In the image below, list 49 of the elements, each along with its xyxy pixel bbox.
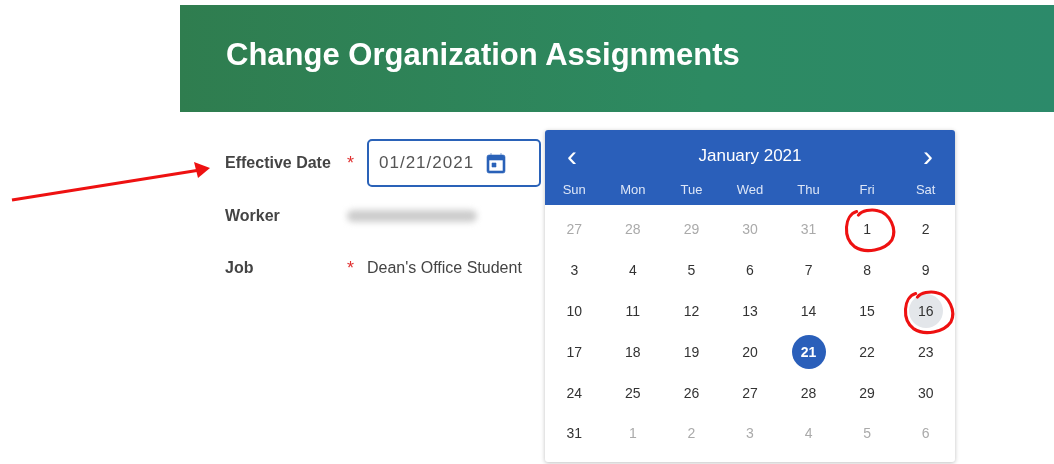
calendar-day[interactable]: 5 bbox=[674, 253, 709, 288]
required-mark: * bbox=[347, 152, 355, 174]
required-mark: * bbox=[347, 257, 355, 279]
calendar-day[interactable]: 13 bbox=[733, 294, 767, 328]
calendar-day[interactable]: 31 bbox=[557, 416, 592, 451]
calendar-day[interactable]: 14 bbox=[791, 294, 826, 328]
weekday-label: Wed bbox=[735, 182, 765, 197]
calendar-day[interactable]: 17 bbox=[557, 334, 592, 369]
calendar-day[interactable]: 26 bbox=[674, 375, 709, 410]
weekday-label: Tue bbox=[679, 182, 704, 197]
date-field[interactable]: 01/21/2021 bbox=[367, 139, 541, 187]
field-label: Worker bbox=[225, 207, 281, 225]
calendar-day[interactable]: 9 bbox=[908, 253, 943, 288]
calendar-day[interactable]: 29 bbox=[850, 375, 885, 410]
calendar-day[interactable]: 30 bbox=[908, 375, 943, 410]
calendar-day[interactable]: 24 bbox=[557, 375, 592, 410]
weekday-label: Mon bbox=[619, 182, 647, 197]
calendar-day[interactable]: 27 bbox=[733, 375, 767, 410]
calendar-icon[interactable] bbox=[484, 151, 509, 175]
calendar-day[interactable]: 10 bbox=[557, 294, 592, 328]
field-label: Effective Date bbox=[225, 154, 332, 172]
month-title: January 2021 bbox=[698, 146, 802, 166]
calendar-day[interactable]: 12 bbox=[674, 294, 709, 328]
calendar-day[interactable]: 6 bbox=[733, 253, 767, 288]
calendar-day[interactable]: 21 bbox=[791, 334, 826, 369]
calendar-day[interactable]: 3 bbox=[557, 253, 592, 288]
previous-month-button[interactable]: ‹ bbox=[563, 141, 581, 171]
calendar-day[interactable]: 23 bbox=[908, 334, 943, 369]
calendar-day[interactable]: 7 bbox=[791, 253, 826, 288]
calendar-day[interactable]: 11 bbox=[615, 294, 650, 328]
weekday-label: Sat bbox=[914, 182, 937, 197]
calendar-day[interactable]: 2 bbox=[908, 212, 943, 247]
calendar-day[interactable]: 19 bbox=[674, 334, 709, 369]
calendar-day[interactable]: 15 bbox=[850, 294, 885, 328]
field-value: Dean's Office Student bbox=[367, 259, 522, 277]
calendar-day[interactable]: 25 bbox=[615, 375, 650, 410]
field-label: Job bbox=[225, 259, 255, 277]
next-month-button[interactable]: › bbox=[919, 141, 937, 171]
weekday-label: Fri bbox=[858, 182, 876, 197]
calendar-day[interactable]: 8 bbox=[850, 253, 885, 288]
calendar-day[interactable]: 1 bbox=[850, 212, 885, 247]
weekday-label: Thu bbox=[796, 182, 821, 197]
calendar-day[interactable]: 28 bbox=[791, 375, 826, 410]
calendar-day[interactable]: 20 bbox=[733, 334, 767, 369]
calendar-day[interactable]: 4 bbox=[615, 253, 650, 288]
page-title: Change Organization Assignments bbox=[226, 36, 740, 73]
weekday-label: Sun bbox=[561, 182, 587, 197]
calendar-day[interactable]: 22 bbox=[850, 334, 885, 369]
calendar-day[interactable]: 18 bbox=[615, 334, 650, 369]
